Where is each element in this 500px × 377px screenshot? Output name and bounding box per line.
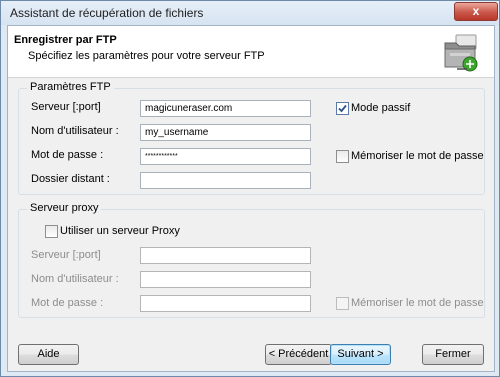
dialog-body: Enregistrer par FTP Spécifiez les paramè… <box>7 25 495 372</box>
ftp-username-input[interactable]: my_username <box>140 124 311 141</box>
proxy-password-label: Mot de passe : <box>31 297 104 309</box>
proxy-remember-password-checkbox[interactable] <box>336 297 349 310</box>
use-proxy-checkbox[interactable] <box>45 225 58 238</box>
ftp-password-input[interactable]: ************ <box>140 148 311 165</box>
ftp-remote-folder-input[interactable] <box>140 172 311 189</box>
wizard-window: Assistant de récupération de fichiers x … <box>0 0 500 377</box>
use-proxy-label: Utiliser un serveur Proxy <box>60 225 180 237</box>
close-button[interactable]: Fermer <box>422 344 484 365</box>
proxy-username-label: Nom d'utilisateur : <box>31 273 119 285</box>
wizard-header: Enregistrer par FTP Spécifiez les paramè… <box>8 26 494 78</box>
passive-mode-checkbox[interactable] <box>336 102 349 115</box>
proxy-server-label: Serveur [:port] <box>31 249 101 261</box>
ftp-username-label: Nom d'utilisateur : <box>31 125 119 137</box>
ftp-remember-password-label: Mémoriser le mot de passe <box>351 150 484 162</box>
ftp-remote-folder-label: Dossier distant : <box>31 173 110 185</box>
proxy-remember-password-label: Mémoriser le mot de passe <box>351 297 484 309</box>
ftp-password-label: Mot de passe : <box>31 149 104 161</box>
ftp-server-input[interactable]: magicuneraser.com <box>140 100 311 117</box>
checkmark-icon <box>338 104 347 113</box>
title-bar[interactable]: Assistant de récupération de fichiers x <box>1 1 499 25</box>
ftp-group-label: Paramètres FTP <box>27 81 114 93</box>
header-subtitle: Spécifiez les paramètres pour votre serv… <box>28 50 265 62</box>
ftp-settings-group: Paramètres FTP Serveur [:port] magicuner… <box>18 81 485 195</box>
network-folder-icon <box>444 34 478 72</box>
window-title: Assistant de récupération de fichiers <box>10 6 204 20</box>
proxy-password-input[interactable] <box>140 295 311 312</box>
proxy-server-input[interactable] <box>140 247 311 264</box>
previous-button[interactable]: < Précédent <box>265 344 332 365</box>
proxy-group-label: Serveur proxy <box>27 202 102 214</box>
next-button[interactable]: Suivant > <box>330 344 391 365</box>
help-button[interactable]: Aide <box>18 344 79 365</box>
passive-mode-label: Mode passif <box>351 102 411 114</box>
ftp-server-label: Serveur [:port] <box>31 101 101 113</box>
window-close-button[interactable]: x <box>454 2 498 21</box>
header-title: Enregistrer par FTP <box>14 34 117 46</box>
proxy-username-input[interactable] <box>140 271 311 288</box>
ftp-remember-password-checkbox[interactable] <box>336 150 349 163</box>
proxy-settings-group: Serveur proxy Utiliser un serveur Proxy … <box>18 202 485 318</box>
